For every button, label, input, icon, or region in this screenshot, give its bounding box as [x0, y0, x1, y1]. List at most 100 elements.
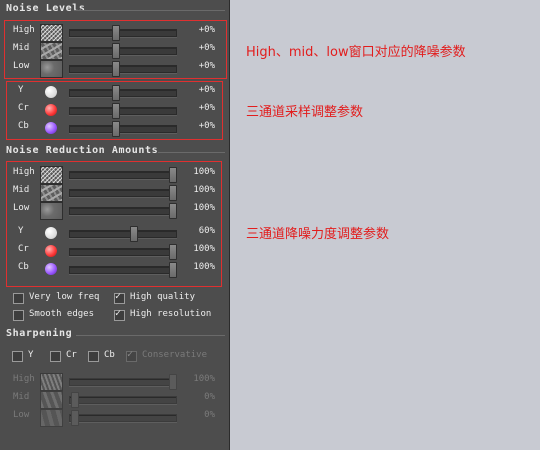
slider-thumb[interactable]: [112, 25, 121, 41]
slider-value: 60%: [198, 226, 215, 236]
noise-level-mid-slider[interactable]: [69, 43, 177, 59]
reduction-mid-slider[interactable]: [69, 185, 177, 201]
sharpen-mid-slider[interactable]: [69, 392, 177, 408]
noise-level-high-slider[interactable]: [69, 25, 177, 41]
reduction-annotation-text: 三通道降噪力度调整参数: [246, 227, 390, 242]
noise-channel-cr-slider[interactable]: [69, 103, 177, 119]
checkbox-label: High resolution: [130, 309, 212, 319]
noise-channel-row-y: Y +0%: [0, 84, 229, 101]
checkbox-label: Cr: [66, 350, 77, 360]
row-label: Low: [13, 61, 30, 71]
slider-thumb[interactable]: [112, 121, 121, 137]
reduction-channel-row-y: Y 60%: [0, 225, 229, 242]
slider-thumb[interactable]: [71, 410, 79, 426]
reduction-channel-row-cr: Cr 100%: [0, 243, 229, 260]
checkbox-box[interactable]: [13, 310, 24, 321]
slider-thumb[interactable]: [71, 392, 79, 408]
row-label: Cr: [18, 103, 29, 113]
noise-reduction-panel: Noise Levels High +0% Mid +0% Low +0% Y …: [0, 0, 230, 450]
checkbox-box[interactable]: [126, 349, 137, 362]
checkbox-box[interactable]: [114, 308, 125, 321]
reduction-low-slider[interactable]: [69, 203, 177, 219]
reduction-high-slider[interactable]: [69, 167, 177, 183]
noise-level-row-low: Low +0%: [0, 60, 229, 78]
red-dot-icon: [45, 104, 57, 116]
checkbox-box[interactable]: [13, 293, 24, 304]
row-label: Mid: [13, 43, 30, 53]
sharpen-row-low: Low 0%: [0, 409, 229, 427]
slider-thumb[interactable]: [112, 43, 121, 59]
reduction-channel-cr-slider[interactable]: [69, 244, 177, 260]
section-divider: [158, 152, 225, 153]
slider-value: +0%: [198, 85, 215, 95]
sharpening-title: Sharpening: [6, 328, 73, 339]
section-divider: [74, 10, 225, 11]
slider-thumb[interactable]: [112, 103, 121, 119]
noise-level-row-mid: Mid +0%: [0, 42, 229, 60]
reduction-channel-y-slider[interactable]: [69, 226, 177, 242]
checkbox-box[interactable]: [88, 351, 99, 362]
noise-reduction-title: Noise Reduction Amounts: [6, 145, 159, 156]
checkbox-label: Cb: [104, 350, 115, 360]
row-label: Y: [18, 226, 24, 236]
sharpen-high-slider[interactable]: [69, 374, 177, 390]
row-label: High: [13, 374, 35, 384]
sharpen-low-slider[interactable]: [69, 410, 177, 426]
sharpen-row-high: High 100%: [0, 373, 229, 391]
row-label: Cr: [18, 244, 29, 254]
row-label: High: [13, 167, 35, 177]
reduction-row-high: High 100%: [0, 166, 229, 184]
checkbox-label: Y: [28, 350, 34, 360]
levels-annotation-text: High、mid、low窗口对应的降噪参数: [246, 45, 466, 60]
slider-value: +0%: [198, 43, 215, 53]
checkbox-box[interactable]: [114, 291, 125, 304]
low-noise-texture-icon: [40, 60, 63, 78]
reduction-channel-cb-slider[interactable]: [69, 262, 177, 278]
slider-value: 100%: [193, 374, 215, 384]
noise-level-low-slider[interactable]: [69, 61, 177, 77]
low-noise-texture-icon: [40, 202, 63, 220]
slider-value: 0%: [204, 392, 215, 402]
checkbox-label: Conservative: [142, 350, 208, 360]
high-sharpen-texture-icon: [40, 373, 63, 391]
high-noise-texture-icon: [40, 24, 63, 42]
checkbox-label: Smooth edges: [29, 309, 95, 319]
channels-annotation-text: 三通道采样调整参数: [246, 105, 364, 120]
white-dot-icon: [45, 227, 57, 239]
row-label: Low: [13, 410, 30, 420]
mid-noise-texture-icon: [40, 184, 63, 202]
white-dot-icon: [45, 86, 57, 98]
checkbox-label: Very low freq: [29, 292, 100, 302]
noise-channel-y-slider[interactable]: [69, 85, 177, 101]
red-dot-icon: [45, 245, 57, 257]
noise-level-row-high: High +0%: [0, 24, 229, 42]
reduction-row-low: Low 100%: [0, 202, 229, 220]
slider-value: 100%: [193, 185, 215, 195]
sharpen-row-mid: Mid 0%: [0, 391, 229, 409]
checkbox-box[interactable]: [12, 351, 23, 362]
slider-thumb[interactable]: [112, 61, 121, 77]
reduction-channel-row-cb: Cb 100%: [0, 261, 229, 278]
row-label: Y: [18, 85, 24, 95]
noise-channel-cb-slider[interactable]: [69, 121, 177, 137]
noise-channel-row-cr: Cr +0%: [0, 102, 229, 119]
checkbox-box[interactable]: [50, 351, 61, 362]
row-label: High: [13, 25, 35, 35]
purple-dot-icon: [45, 122, 57, 134]
high-noise-texture-icon: [40, 166, 63, 184]
slider-thumb[interactable]: [129, 226, 138, 242]
row-label: Mid: [13, 185, 30, 195]
slider-value: +0%: [198, 103, 215, 113]
slider-value: 100%: [193, 203, 215, 213]
slider-value: +0%: [198, 61, 215, 71]
slider-thumb[interactable]: [112, 85, 121, 101]
row-label: Cb: [18, 262, 29, 272]
purple-dot-icon: [45, 263, 57, 275]
row-label: Mid: [13, 392, 30, 402]
slider-value: +0%: [198, 121, 215, 131]
slider-value: 100%: [193, 262, 215, 272]
low-sharpen-texture-icon: [40, 409, 63, 427]
noise-channel-row-cb: Cb +0%: [0, 120, 229, 137]
row-label: Cb: [18, 121, 29, 131]
checkbox-label: High quality: [130, 292, 196, 302]
